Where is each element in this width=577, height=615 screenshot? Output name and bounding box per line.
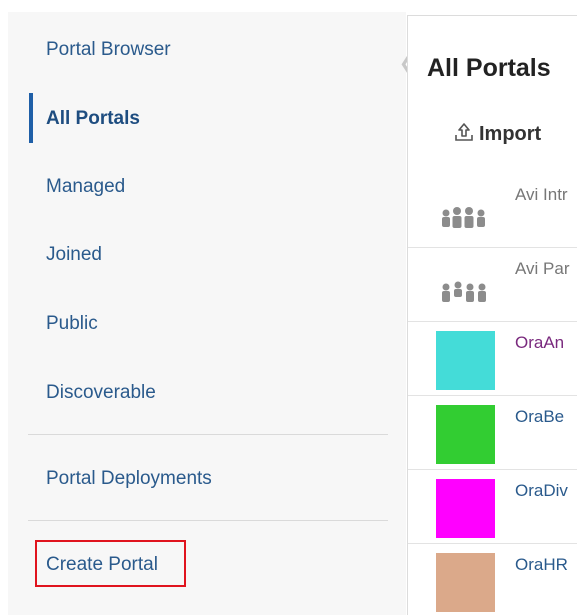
- portal-name[interactable]: OraAn: [515, 333, 564, 353]
- people-icon: [436, 257, 495, 316]
- portal-row[interactable]: OraHR: [408, 543, 577, 615]
- group-icon: [436, 183, 495, 242]
- sidebar-divider: [28, 520, 388, 521]
- main-panel: All Portals Import Avi Intr Avi Par OraA…: [407, 15, 577, 615]
- sidebar-item-portal-deployments[interactable]: Portal Deployments: [46, 468, 212, 490]
- portal-row[interactable]: OraDiv: [408, 469, 577, 544]
- portal-name[interactable]: OraDiv: [515, 481, 568, 501]
- create-portal-link[interactable]: Create Portal: [46, 554, 158, 576]
- sidebar-item-discoverable[interactable]: Discoverable: [46, 382, 156, 404]
- sidebar: Portal Browser All Portals Managed Joine…: [8, 12, 414, 615]
- portal-row[interactable]: OraBe: [408, 395, 577, 470]
- portal-thumbnail: [436, 479, 495, 538]
- import-button[interactable]: Import: [453, 120, 541, 148]
- active-indicator: [29, 93, 33, 143]
- sidebar-item-public[interactable]: Public: [46, 313, 98, 335]
- portal-name[interactable]: Avi Intr: [515, 185, 568, 205]
- page: Portal Browser All Portals Managed Joine…: [0, 0, 577, 615]
- page-title: All Portals: [427, 54, 551, 82]
- portal-thumbnail: [436, 405, 495, 464]
- portal-thumbnail: [436, 331, 495, 390]
- portal-row[interactable]: OraAn: [408, 321, 577, 396]
- upload-icon: [453, 121, 475, 148]
- sidebar-item-joined[interactable]: Joined: [46, 244, 102, 266]
- portal-name[interactable]: OraBe: [515, 407, 564, 427]
- portal-name[interactable]: Avi Par: [515, 259, 570, 279]
- portal-name[interactable]: OraHR: [515, 555, 568, 575]
- portal-thumbnail: [436, 553, 495, 612]
- portal-row[interactable]: Avi Par: [408, 247, 577, 322]
- sidebar-item-portal-browser[interactable]: Portal Browser: [46, 39, 171, 61]
- sidebar-item-all-portals[interactable]: All Portals: [46, 108, 140, 130]
- portal-row[interactable]: Avi Intr: [408, 173, 577, 248]
- sidebar-item-managed[interactable]: Managed: [46, 176, 125, 198]
- sidebar-divider: [28, 434, 388, 435]
- import-label: Import: [479, 122, 542, 145]
